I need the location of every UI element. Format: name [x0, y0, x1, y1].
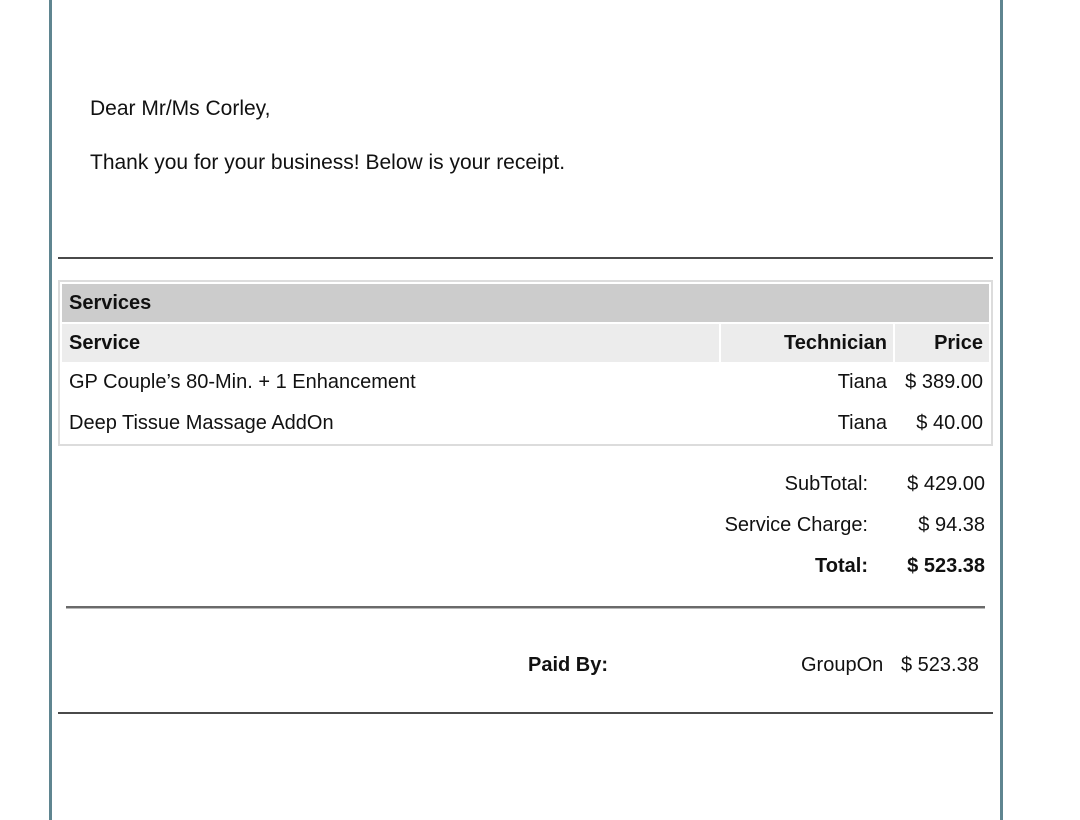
payment-method: GroupOn — [801, 654, 884, 676]
table-row: Deep Tissue Massage AddOn Tiana $ 40.00 — [62, 403, 989, 444]
greeting-text: Dear Mr/Ms Corley, — [90, 97, 271, 120]
subtotal-label: SubTotal: — [784, 473, 868, 495]
column-header-service: Service — [62, 324, 719, 362]
services-table: Services Service Technician Price GP Cou… — [58, 280, 993, 446]
technician-cell: Tiana — [837, 412, 887, 434]
technician-cell: Tiana — [837, 371, 887, 393]
services-section-title: Services — [62, 284, 989, 322]
total-row: Total: $ 523.38 — [725, 548, 985, 589]
service-cell: GP Couple’s 80-Min. + 1 Enhancement — [69, 371, 416, 393]
service-charge-label: Service Charge: — [724, 514, 868, 536]
totals-block: SubTotal: $ 429.00 Service Charge: $ 94.… — [725, 466, 985, 589]
intro-text: Thank you for your business! Below is yo… — [90, 151, 566, 174]
divider — [58, 257, 993, 259]
price-cell: $ 389.00 — [905, 371, 983, 393]
service-charge-value: $ 94.38 — [918, 514, 985, 536]
divider — [66, 606, 985, 608]
subtotal-value: $ 429.00 — [907, 473, 985, 495]
payment-amount: $ 523.38 — [901, 654, 979, 676]
column-header-price: Price — [895, 324, 989, 362]
service-cell: Deep Tissue Massage AddOn — [69, 412, 334, 434]
total-value: $ 523.38 — [907, 555, 985, 577]
column-header-technician: Technician — [721, 324, 893, 362]
paid-by-label: Paid By: — [528, 654, 609, 676]
total-label: Total: — [815, 555, 868, 577]
price-cell: $ 40.00 — [916, 412, 983, 434]
services-column-headers: Service Technician Price — [62, 324, 989, 362]
table-row: GP Couple’s 80-Min. + 1 Enhancement Tian… — [62, 362, 989, 403]
divider — [58, 712, 993, 714]
subtotal-row: SubTotal: $ 429.00 — [725, 466, 985, 507]
service-charge-row: Service Charge: $ 94.38 — [725, 507, 985, 548]
